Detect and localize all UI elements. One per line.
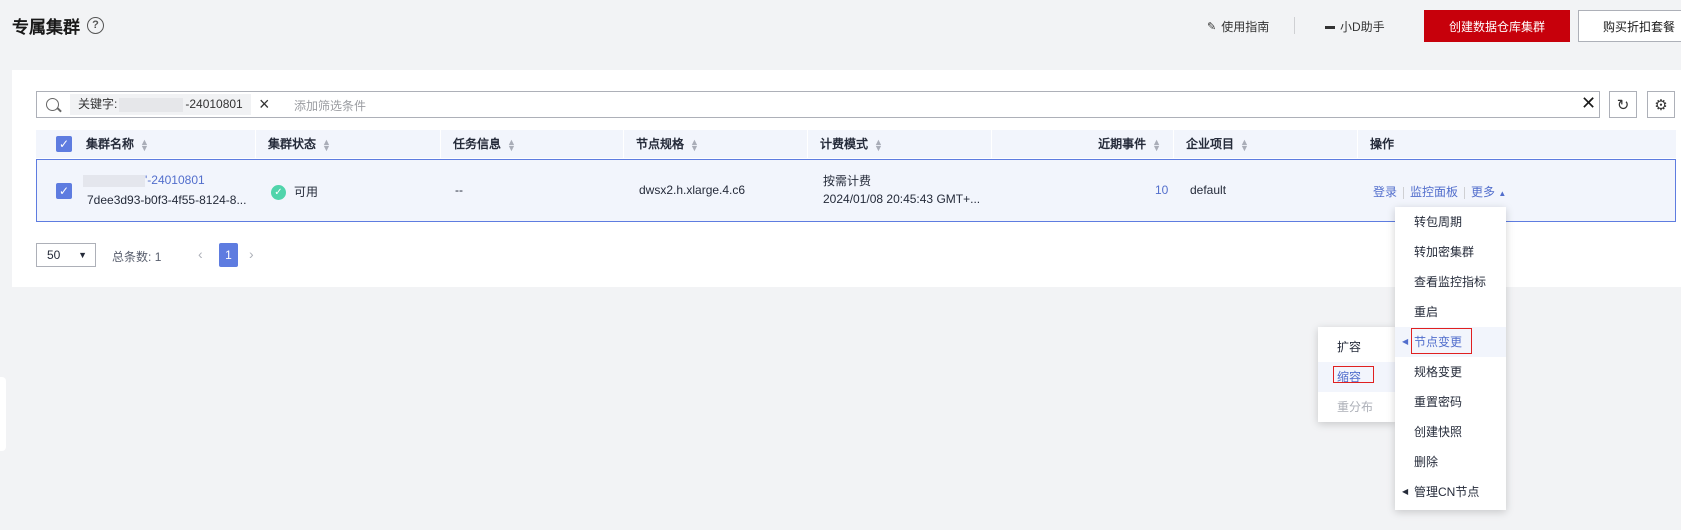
user-guide-link[interactable]: ✎ 使用指南 bbox=[1207, 18, 1269, 35]
enterprise-project: default bbox=[1190, 183, 1227, 197]
col-events[interactable]: 近期事件 ▲ ▼ bbox=[991, 130, 1173, 158]
page-header: 专属集群 ? ✎ 使用指南 ▬ 小D助手 创建数据仓库集群 购买折扣套餐 bbox=[0, 0, 1681, 52]
sort-icon: ▲ ▼ bbox=[140, 136, 149, 153]
row-actions: 登录 监控面板 更多 ▲ bbox=[1373, 183, 1506, 200]
billing-time: 2024/01/08 20:45:43 GMT+... bbox=[823, 192, 981, 206]
gear-icon: ⚙ bbox=[1654, 96, 1668, 114]
status-badge: ✓ 可用 bbox=[271, 183, 318, 201]
assistant-link[interactable]: ▬ 小D助手 bbox=[1325, 18, 1385, 35]
col-billing[interactable]: 计费模式 ▲ ▼ bbox=[807, 130, 883, 158]
next-page-icon[interactable]: › bbox=[249, 246, 254, 262]
total-count: 总条数: 1 bbox=[112, 250, 162, 264]
redistribute-item[interactable]: 重分布 bbox=[1318, 392, 1395, 422]
more-menu-trigger[interactable]: 更多 ▲ bbox=[1471, 185, 1506, 199]
header-divider bbox=[1294, 17, 1295, 34]
menu-delete[interactable]: 删除 bbox=[1395, 447, 1506, 477]
menu-convert-period[interactable]: 转包周期 bbox=[1395, 207, 1506, 237]
col-actions: 操作 bbox=[1357, 130, 1394, 158]
filter-tag-value: -24010801 bbox=[185, 97, 243, 111]
monitor-panel-link[interactable]: 监控面板 bbox=[1410, 185, 1458, 199]
menu-convert-encrypt[interactable]: 转加密集群 bbox=[1395, 237, 1506, 267]
table-header: ✓ 集群名称 ▲ ▼ 集群状态 ▲ ▼ 任务信息 ▲ ▼ 节点规格 ▲ ▼ 计费模式 ▲ ▼ 近期事… bbox=[36, 130, 1676, 158]
create-cluster-button[interactable]: 创建数据仓库集群 bbox=[1424, 10, 1570, 42]
search-icon bbox=[46, 98, 59, 111]
more-dropdown-menu: 转包周期 转加密集群 查看监控指标 重启 ◀ 节点变更 规格变更 重置密码 创建快… bbox=[1395, 207, 1506, 510]
redacted-block bbox=[119, 97, 184, 112]
assistant-icon: ▬ bbox=[1325, 21, 1335, 32]
scale-out-item[interactable]: 扩容 bbox=[1318, 332, 1395, 362]
help-icon[interactable]: ? bbox=[87, 17, 104, 34]
sort-icon: ▲ ▼ bbox=[874, 136, 883, 153]
highlight-box bbox=[1411, 328, 1472, 354]
redacted-block bbox=[83, 174, 145, 187]
buy-package-button[interactable]: 购买折扣套餐 bbox=[1578, 10, 1681, 42]
sort-icon: ▲ ▼ bbox=[322, 136, 331, 153]
menu-create-snapshot[interactable]: 创建快照 bbox=[1395, 417, 1506, 447]
task-info: -- bbox=[455, 183, 463, 197]
remove-tag-icon[interactable]: × bbox=[259, 94, 270, 115]
settings-button[interactable]: ⚙ bbox=[1647, 91, 1675, 118]
refresh-button[interactable]: ↻ bbox=[1609, 91, 1637, 118]
col-spec[interactable]: 节点规格 ▲ ▼ bbox=[623, 130, 699, 158]
add-filter-placeholder[interactable]: 添加筛选条件 bbox=[294, 97, 366, 114]
page-number-1[interactable]: 1 bbox=[219, 243, 238, 267]
filter-tag-key: 关键字: bbox=[78, 97, 118, 111]
highlight-box bbox=[1333, 366, 1374, 383]
menu-spec-change[interactable]: 规格变更 bbox=[1395, 357, 1506, 387]
caret-left-icon: ◀ bbox=[1402, 487, 1409, 496]
menu-reset-password[interactable]: 重置密码 bbox=[1395, 387, 1506, 417]
sort-icon: ▲ ▼ bbox=[1152, 136, 1161, 153]
check-circle-icon: ✓ bbox=[271, 185, 286, 201]
user-guide-label: 使用指南 bbox=[1221, 20, 1270, 34]
col-name[interactable]: 集群名称 ▲ ▼ bbox=[74, 130, 149, 158]
recent-events-link[interactable]: 10 bbox=[1155, 183, 1168, 197]
menu-restart[interactable]: 重启 bbox=[1395, 297, 1506, 327]
search-filter-bar[interactable]: 关键字: -24010801 × 添加筛选条件 ✕ bbox=[36, 91, 1600, 118]
login-link[interactable]: 登录 bbox=[1373, 185, 1397, 199]
caret-left-icon: ◀ bbox=[1402, 337, 1409, 346]
filter-tag: 关键字: -24010801 bbox=[70, 94, 251, 115]
node-spec: dwsx2.h.xlarge.4.c6 bbox=[639, 183, 746, 197]
sort-icon: ▲ ▼ bbox=[1240, 136, 1249, 153]
refresh-icon: ↻ bbox=[1616, 96, 1630, 114]
cluster-name-link[interactable]: '-24010801 bbox=[83, 173, 205, 187]
prev-page-icon[interactable]: ‹ bbox=[198, 246, 203, 262]
clear-all-icon[interactable]: ✕ bbox=[1581, 93, 1596, 114]
menu-manage-cn[interactable]: ◀ 管理CN节点 bbox=[1395, 477, 1506, 507]
select-all-checkbox[interactable]: ✓ bbox=[56, 136, 72, 152]
side-panel-tab[interactable] bbox=[0, 377, 6, 451]
col-task[interactable]: 任务信息 ▲ ▼ bbox=[440, 130, 516, 158]
billing-mode: 按需计费 bbox=[823, 174, 872, 188]
guide-icon: ✎ bbox=[1207, 21, 1217, 33]
page-title: 专属集群 bbox=[12, 18, 80, 37]
sort-icon: ▲ ▼ bbox=[507, 136, 516, 153]
chevron-down-icon: ▼ bbox=[78, 250, 87, 260]
caret-up-icon: ▲ bbox=[1498, 189, 1507, 198]
menu-view-metrics[interactable]: 查看监控指标 bbox=[1395, 267, 1506, 297]
assistant-label: 小D助手 bbox=[1340, 20, 1385, 34]
cluster-id: 7dee3d93-b0f3-4f55-8124-8... bbox=[87, 193, 247, 207]
row-checkbox[interactable]: ✓ bbox=[56, 183, 72, 199]
col-project[interactable]: 企业项目 ▲ ▼ bbox=[1173, 130, 1249, 158]
col-status[interactable]: 集群状态 ▲ ▼ bbox=[255, 130, 331, 158]
page-size-select[interactable]: 50 ▼ bbox=[36, 243, 96, 267]
sort-icon: ▲ ▼ bbox=[690, 136, 699, 153]
